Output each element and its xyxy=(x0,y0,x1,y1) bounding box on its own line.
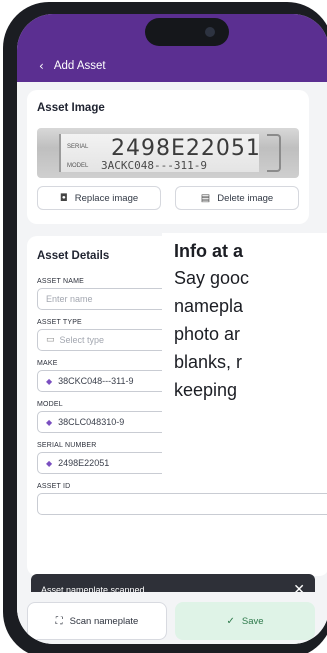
scan-nameplate-label: Scan nameplate xyxy=(69,615,139,627)
overlay-line: photo ar xyxy=(174,324,241,344)
info-overlay-panel: Info at a Say gooc namepla photo ar blan… xyxy=(162,233,327,491)
calendar-icon: ▭ xyxy=(46,335,55,345)
nameplate-plate: SERIAL 2498E22051 MODEL 3ACKC048---311-9 xyxy=(59,134,261,172)
asset-id-label: ASSET ID xyxy=(37,483,71,490)
diamond-icon: ◆ xyxy=(46,376,53,386)
replace-image-button[interactable]: ◘ Replace image xyxy=(37,186,161,210)
scan-nameplate-button[interactable]: ⛶ Scan nameplate xyxy=(27,602,167,640)
overlay-line: Say gooc xyxy=(174,268,250,288)
bottom-action-bar: ⛶ Scan nameplate ✓ Save xyxy=(17,592,327,644)
model-label: MODEL xyxy=(37,401,63,408)
asset-details-title: Asset Details xyxy=(37,250,110,262)
delete-image-button[interactable]: ▤ Delete image xyxy=(175,186,299,210)
check-icon: ✓ xyxy=(226,615,235,627)
overlay-line: namepla xyxy=(174,296,244,316)
save-label: Save xyxy=(241,615,264,627)
asset-id-input[interactable] xyxy=(37,493,327,515)
asset-name-label: ASSET NAME xyxy=(37,278,84,285)
trash-icon: ▤ xyxy=(200,192,211,204)
plate-model-label: MODEL xyxy=(67,163,89,169)
overlay-body: Say gooc namepla photo ar blanks, r keep… xyxy=(174,264,327,404)
page-title: Add Asset xyxy=(53,60,106,72)
make-value: 38CKC048---311-9 xyxy=(58,376,134,386)
asset-image-card: Asset Image SERIAL 2498E22051 MODEL 3ACK… xyxy=(27,90,309,224)
plate-bracket xyxy=(267,134,281,172)
camera-notch xyxy=(145,18,229,46)
delete-image-label: Delete image xyxy=(217,192,274,204)
overlay-line: keeping xyxy=(174,380,238,400)
camera-icon xyxy=(205,27,215,37)
plate-model-text: 3ACKC048---311-9 xyxy=(101,159,207,172)
chevron-left-icon: ‹ xyxy=(39,59,44,73)
serial-number-label: SERIAL NUMBER xyxy=(37,442,97,449)
scan-icon: ⛶ xyxy=(55,615,63,627)
make-label: MAKE xyxy=(37,360,58,367)
plate-serial-text: 2498E22051 xyxy=(111,136,261,161)
overlay-title: Info at a xyxy=(174,241,244,261)
asset-image-title: Asset Image xyxy=(37,102,105,114)
model-value: 38CLC048310-9 xyxy=(58,417,125,427)
serial-number-value: 2498E22051 xyxy=(58,458,110,468)
plate-serial-label: SERIAL xyxy=(67,144,89,150)
asset-type-placeholder: Select type xyxy=(59,335,105,345)
nameplate-photo: SERIAL 2498E22051 MODEL 3ACKC048---311-9 xyxy=(37,128,299,178)
asset-name-placeholder: Enter name xyxy=(46,294,93,304)
replace-image-label: Replace image xyxy=(74,192,139,204)
back-button[interactable]: ‹ Add Asset xyxy=(39,59,106,73)
asset-type-label: ASSET TYPE xyxy=(37,319,82,326)
save-button[interactable]: ✓ Save xyxy=(175,602,315,640)
diamond-icon: ◆ xyxy=(46,458,53,468)
camera-icon: ◘ xyxy=(59,192,68,204)
overlay-line: blanks, r xyxy=(174,352,243,372)
diamond-icon: ◆ xyxy=(46,417,53,427)
